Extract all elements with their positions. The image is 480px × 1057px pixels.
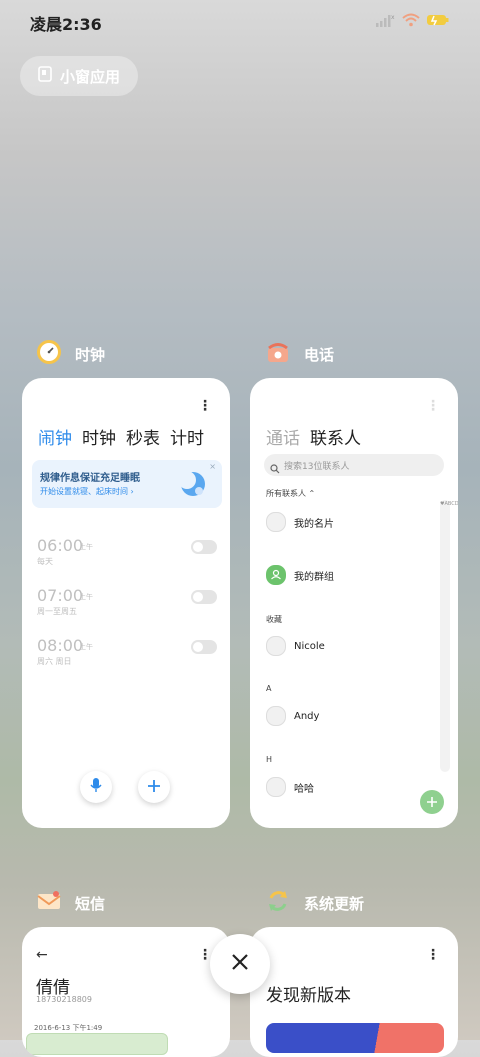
alarm-toggle[interactable]: [191, 590, 217, 604]
window-icon: [38, 66, 52, 86]
tab-clock[interactable]: 时钟: [82, 424, 116, 449]
svg-text:x: x: [391, 14, 395, 21]
clock-icon: [36, 339, 62, 365]
message-timestamp: 2016-6-13 下午1:49: [34, 1024, 103, 1032]
more-icon[interactable]: ⋮: [426, 398, 440, 414]
clock-app-title: 时钟: [75, 346, 106, 364]
chevron-updown-icon: ⌃: [308, 489, 316, 498]
avatar: [266, 777, 286, 797]
voice-alarm-button[interactable]: [80, 771, 112, 803]
contact-name: Nicole: [294, 640, 325, 652]
update-app-title: 系统更新: [304, 895, 365, 913]
message-bubble: [26, 1033, 168, 1055]
alarm-repeat: 周六 周日: [37, 657, 72, 666]
tab-stopwatch[interactable]: 秒表: [126, 424, 160, 449]
sleep-moon-icon: [178, 468, 208, 502]
tab-alarm[interactable]: 闹钟: [38, 424, 72, 449]
update-icon: [265, 888, 291, 914]
section-header: H: [266, 755, 273, 764]
sms-app-title: 短信: [75, 895, 106, 913]
my-groups-row[interactable]: 我的群组: [266, 564, 334, 586]
all-contacts-label: 所有联系人: [266, 489, 306, 498]
contact-row[interactable]: 哈哈: [266, 776, 314, 798]
more-icon[interactable]: ⋮: [198, 398, 212, 414]
update-app-card[interactable]: ⋮ 发现新版本: [250, 927, 458, 1057]
avatar: [266, 636, 286, 656]
update-banner-image: [266, 1023, 444, 1053]
wifi-icon: [402, 12, 420, 31]
close-icon: [231, 953, 249, 975]
alarm-time: 06:00: [37, 536, 84, 555]
contact-name: 哈哈: [294, 783, 314, 795]
alarm-ampm: 上午: [79, 543, 93, 551]
microphone-icon: [89, 777, 103, 797]
plus-icon: [426, 793, 438, 812]
alarm-toggle[interactable]: [191, 640, 217, 654]
float-window-label: 小窗应用: [59, 67, 120, 86]
close-all-button[interactable]: [210, 934, 270, 994]
float-window-button[interactable]: 小窗应用: [20, 56, 138, 96]
avatar: [266, 512, 286, 532]
update-title: 发现新版本: [266, 986, 351, 1006]
add-alarm-button[interactable]: [138, 771, 170, 803]
alarm-repeat: 每天: [37, 557, 53, 566]
alarm-ampm: 上午: [79, 643, 93, 651]
alarm-repeat: 周一至周五: [37, 607, 77, 616]
phone-icon: [265, 339, 291, 365]
my-card-row[interactable]: 我的名片: [266, 511, 334, 533]
more-icon[interactable]: ⋮: [426, 947, 440, 963]
chevron-right-icon: ›: [130, 487, 134, 496]
back-arrow-icon[interactable]: ←: [36, 947, 48, 963]
contact-name: Andy: [294, 710, 320, 722]
sleep-banner[interactable]: 规律作息保证充足睡眠 开始设置就寝、起床时间 › ×: [32, 460, 222, 508]
avatar: [266, 706, 286, 726]
contact-number: 18730218809: [36, 995, 92, 1004]
tab-calls[interactable]: 通话: [266, 424, 300, 449]
contact-search-input[interactable]: 搜索13位联系人: [264, 454, 444, 476]
banner-title: 规律作息保证充足睡眠: [40, 473, 140, 484]
contact-row[interactable]: Andy: [266, 705, 319, 727]
sms-icon: [36, 888, 62, 914]
alarm-ampm: 上午: [79, 593, 93, 601]
status-bar: 凌晨2:36 x: [0, 0, 480, 44]
clock-app-card[interactable]: ⋮ 闹钟 时钟 秒表 计时 规律作息保证充足睡眠 开始设置就寝、起床时间 › ×…: [22, 378, 230, 828]
phone-app-title: 电话: [304, 346, 335, 364]
signal-icon: x: [376, 12, 396, 31]
alarm-time: 07:00: [37, 586, 84, 605]
alarm-item[interactable]: 06:00 上午 每天: [37, 536, 217, 576]
section-header: A: [266, 684, 272, 693]
sms-app-card[interactable]: ← ⋮ 倩倩 18730218809 2016-6-13 下午1:49: [22, 927, 230, 1057]
close-banner-icon[interactable]: ×: [209, 462, 216, 471]
status-time: 凌晨2:36: [30, 15, 102, 34]
plus-icon: [147, 778, 161, 797]
tab-timer[interactable]: 计时: [170, 424, 204, 449]
banner-subtitle: 开始设置就寝、起床时间: [40, 487, 128, 496]
all-contacts-selector[interactable]: 所有联系人 ⌃: [266, 488, 315, 499]
favorites-header: 收藏: [266, 615, 282, 624]
phone-app-card[interactable]: ⋮ 通话 联系人 搜索13位联系人 所有联系人 ⌃ 我的名片 我的群组 收藏 N…: [250, 378, 458, 828]
contact-row[interactable]: Nicole: [266, 635, 325, 657]
alarm-toggle[interactable]: [191, 540, 217, 554]
add-contact-button[interactable]: [420, 790, 444, 814]
my-groups-label: 我的群组: [294, 571, 334, 583]
alarm-time: 08:00: [37, 636, 84, 655]
battery-icon: [426, 12, 450, 31]
tab-contacts[interactable]: 联系人: [310, 424, 361, 449]
alarm-item[interactable]: 07:00 上午 周一至周五: [37, 586, 217, 626]
my-card-label: 我的名片: [294, 518, 334, 530]
search-placeholder: 搜索13位联系人: [284, 462, 350, 472]
alphabet-index-scrollbar[interactable]: ♥ABCDEFGHIJKLMNOPQRSTUVWXYZ#: [440, 500, 458, 772]
alarm-item[interactable]: 08:00 上午 周六 周日: [37, 636, 217, 676]
search-icon: [270, 459, 280, 478]
group-icon: [266, 565, 286, 585]
